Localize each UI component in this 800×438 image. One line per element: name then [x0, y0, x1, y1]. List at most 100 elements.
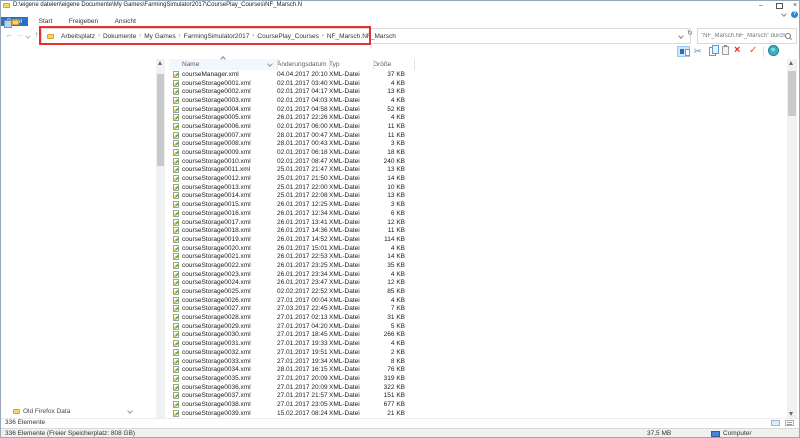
- file-name[interactable]: courseStorage0025.xml: [182, 288, 277, 295]
- table-row[interactable]: courseStorage0016.xml 26.01.2017 12:34 X…: [169, 209, 787, 218]
- sidebar-scrollbar[interactable]: [156, 59, 165, 418]
- file-name[interactable]: courseStorage0021.xml: [182, 253, 277, 260]
- file-name[interactable]: courseStorage0026.xml: [182, 297, 277, 304]
- file-name[interactable]: courseManager.xml: [182, 71, 277, 78]
- search-input[interactable]: [698, 33, 785, 39]
- close-button[interactable]: ×: [789, 1, 800, 10]
- file-name[interactable]: courseStorage0006.xml: [182, 123, 277, 130]
- file-name[interactable]: courseStorage0031.xml: [182, 340, 277, 347]
- scrollbar-thumb[interactable]: [157, 74, 164, 166]
- table-row[interactable]: courseStorage0003.xml 02.01.2017 04:03 X…: [169, 96, 787, 105]
- table-row[interactable]: courseStorage0010.xml 02.01.2017 08:47 X…: [169, 157, 787, 166]
- column-resizer[interactable]: [329, 59, 330, 70]
- qat-properties-icon[interactable]: [4, 20, 12, 28]
- file-name[interactable]: courseStorage0020.xml: [182, 245, 277, 252]
- file-name[interactable]: courseStorage0009.xml: [182, 149, 277, 156]
- ribbon-tab-ansicht[interactable]: Ansicht: [109, 17, 142, 26]
- file-name[interactable]: courseStorage0037.xml: [182, 392, 277, 399]
- table-row[interactable]: courseStorage0029.xml 27.01.2017 04:20 X…: [169, 322, 787, 331]
- column-resizer[interactable]: [373, 59, 374, 70]
- table-row[interactable]: courseStorage0005.xml 26.01.2017 22:26 X…: [169, 113, 787, 122]
- file-name[interactable]: courseStorage0029.xml: [182, 323, 277, 330]
- file-name[interactable]: courseStorage0015.xml: [182, 201, 277, 208]
- breadcrumb-segment[interactable]: NF_Marsch.NF_Marsch: [325, 33, 398, 40]
- table-row[interactable]: courseStorage0035.xml 27.01.2017 20:09 X…: [169, 374, 787, 383]
- table-row[interactable]: courseStorage0037.xml 27.01.2017 21:57 X…: [169, 391, 787, 400]
- file-name[interactable]: courseStorage0003.xml: [182, 97, 277, 104]
- file-name[interactable]: courseStorage0010.xml: [182, 158, 277, 165]
- breadcrumb-segment[interactable]: Dokumente: [101, 33, 138, 40]
- file-name[interactable]: courseStorage0012.xml: [182, 175, 277, 182]
- thumbnails-view-icon[interactable]: [785, 420, 794, 426]
- column-resizer[interactable]: [414, 59, 415, 70]
- file-name[interactable]: courseStorage0004.xml: [182, 106, 277, 113]
- forward-button[interactable]: →: [15, 28, 24, 42]
- address-bar[interactable]: Arbeitsplatz› Dokumente› My Games› Farmi…: [41, 28, 691, 44]
- file-name[interactable]: courseStorage0005.xml: [182, 114, 277, 121]
- table-row[interactable]: courseStorage0015.xml 26.01.2017 12:25 X…: [169, 200, 787, 209]
- table-row[interactable]: courseStorage0032.xml 27.01.2017 19:51 X…: [169, 348, 787, 357]
- table-row[interactable]: courseStorage0024.xml 26.01.2017 23:47 X…: [169, 279, 787, 288]
- breadcrumb-segment[interactable]: Arbeitsplatz: [59, 33, 97, 40]
- file-name[interactable]: courseStorage0036.xml: [182, 384, 277, 391]
- file-name[interactable]: courseStorage0001.xml: [182, 80, 277, 87]
- table-row[interactable]: courseStorage0036.xml 27.01.2017 20:09 X…: [169, 383, 787, 392]
- breadcrumb-segment[interactable]: CoursePlay_Courses: [255, 33, 320, 40]
- cut-icon[interactable]: ✂: [694, 45, 702, 57]
- network-globe-icon[interactable]: [768, 45, 779, 56]
- filelist-scrollbar[interactable]: [787, 59, 797, 418]
- table-row[interactable]: courseStorage0033.xml 27.01.2017 19:34 X…: [169, 357, 787, 366]
- table-row[interactable]: courseStorage0018.xml 26.01.2017 14:36 X…: [169, 226, 787, 235]
- table-row[interactable]: courseStorage0011.xml 25.01.2017 21:47 X…: [169, 166, 787, 175]
- ribbon-tab-freigeben[interactable]: Freigeben: [63, 17, 104, 26]
- file-name[interactable]: courseStorage0013.xml: [182, 184, 277, 191]
- table-row[interactable]: courseStorage0030.xml 27.01.2017 18:45 X…: [169, 331, 787, 340]
- file-name[interactable]: courseStorage0030.xml: [182, 331, 277, 338]
- scroll-down-icon[interactable]: [789, 412, 793, 416]
- file-name[interactable]: courseStorage0014.xml: [182, 192, 277, 199]
- refresh-icon[interactable]: ↻: [687, 29, 693, 37]
- table-row[interactable]: courseStorage0038.xml 27.01.2017 23:05 X…: [169, 400, 787, 409]
- search-icon[interactable]: [785, 33, 791, 39]
- file-name[interactable]: courseStorage0034.xml: [182, 366, 277, 373]
- file-name[interactable]: courseStorage0033.xml: [182, 358, 277, 365]
- help-icon[interactable]: ?: [791, 11, 798, 18]
- file-name[interactable]: courseStorage0023.xml: [182, 271, 277, 278]
- scroll-up-icon[interactable]: [789, 61, 793, 65]
- file-name[interactable]: courseStorage0038.xml: [182, 401, 277, 408]
- table-row[interactable]: courseStorage0020.xml 26.01.2017 15:01 X…: [169, 244, 787, 253]
- tree-expander-icon[interactable]: [127, 408, 133, 414]
- minimize-button[interactable]: –: [755, 1, 767, 10]
- table-row[interactable]: courseStorage0007.xml 28.01.2017 00:47 X…: [169, 131, 787, 140]
- paste-icon[interactable]: [722, 46, 729, 55]
- table-row[interactable]: courseStorage0031.xml 27.01.2017 19:33 X…: [169, 339, 787, 348]
- sidebar-item-old-firefox-data[interactable]: Old Firefox Data: [13, 408, 70, 415]
- file-name[interactable]: courseStorage0022.xml: [182, 262, 277, 269]
- column-header-name[interactable]: Name: [169, 61, 277, 68]
- column-header-size[interactable]: Größe: [373, 61, 409, 68]
- delete-icon[interactable]: ×: [734, 43, 740, 57]
- file-name[interactable]: courseStorage0008.xml: [182, 140, 277, 147]
- column-header-date[interactable]: Änderungsdatum: [277, 61, 329, 68]
- table-row[interactable]: courseStorage0009.xml 02.01.2017 06:18 X…: [169, 148, 787, 157]
- column-resizer[interactable]: [277, 59, 278, 70]
- table-row[interactable]: courseStorage0021.xml 26.01.2017 22:53 X…: [169, 252, 787, 261]
- table-row[interactable]: courseStorage0039.xml 15.02.2017 08:24 X…: [169, 409, 787, 418]
- back-button[interactable]: ←: [5, 28, 14, 42]
- breadcrumb-segment[interactable]: My Games: [142, 33, 177, 40]
- file-name[interactable]: courseStorage0002.xml: [182, 88, 277, 95]
- up-button[interactable]: ↑: [32, 28, 41, 42]
- scrollbar-thumb[interactable]: [788, 71, 796, 116]
- table-row[interactable]: courseStorage0019.xml 26.01.2017 14:52 X…: [169, 235, 787, 244]
- file-name[interactable]: courseStorage0019.xml: [182, 236, 277, 243]
- maximize-button[interactable]: [776, 3, 783, 9]
- table-row[interactable]: courseStorage0013.xml 25.01.2017 22:00 X…: [169, 183, 787, 192]
- file-name[interactable]: courseStorage0035.xml: [182, 375, 277, 382]
- table-row[interactable]: courseManager.xml 04.04.2017 20:10 XML-D…: [169, 70, 787, 79]
- file-name[interactable]: courseStorage0007.xml: [182, 132, 277, 139]
- search-box[interactable]: [697, 28, 797, 44]
- table-row[interactable]: courseStorage0028.xml 27.01.2017 02:13 X…: [169, 313, 787, 322]
- table-row[interactable]: courseStorage0002.xml 02.01.2017 04:17 X…: [169, 87, 787, 96]
- file-name[interactable]: courseStorage0028.xml: [182, 314, 277, 321]
- file-name[interactable]: courseStorage0039.xml: [182, 410, 277, 417]
